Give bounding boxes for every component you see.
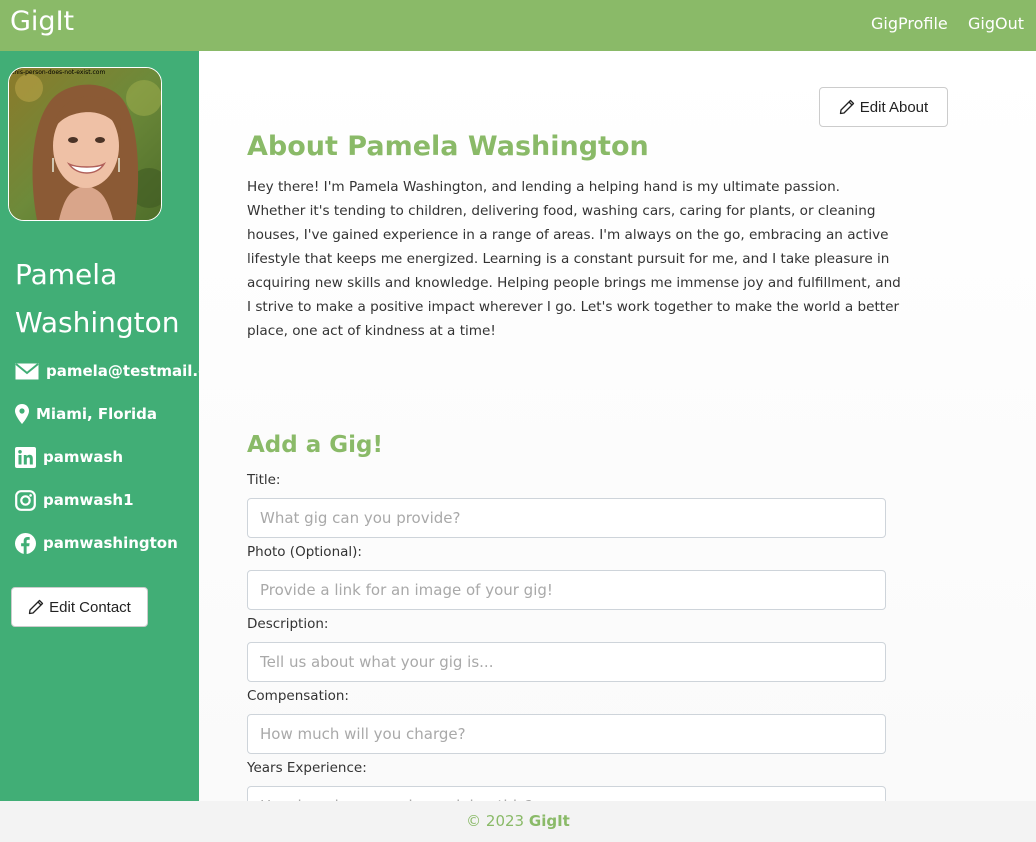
pencil-icon (28, 599, 44, 615)
contact-instagram-text[interactable]: pamwash1 (43, 491, 134, 509)
gig-description-input[interactable] (247, 642, 886, 682)
profile-sidebar: this-person-does-not-exist.com Pamela Wa… (0, 51, 199, 801)
contact-facebook-text[interactable]: pamwashington (43, 534, 178, 552)
facebook-icon (15, 532, 36, 554)
profile-photo-image (9, 68, 161, 220)
gig-photo-label: Photo (Optional): (247, 544, 362, 560)
gig-experience-input[interactable] (247, 786, 886, 801)
nav-link-gigout[interactable]: GigOut (968, 14, 1024, 33)
add-gig-title: Add a Gig! (247, 432, 383, 458)
contact-email-text[interactable]: pamela@testmail.com (46, 362, 199, 380)
contact-email: pamela@testmail.com (15, 359, 199, 383)
gig-title-label: Title: (247, 472, 281, 488)
edit-contact-label: Edit Contact (49, 598, 131, 616)
gig-experience-label: Years Experience: (247, 760, 367, 776)
contact-instagram: pamwash1 (15, 488, 134, 512)
envelope-icon (15, 362, 39, 379)
main-content: Edit About About Pamela Washington Hey t… (199, 51, 1036, 801)
edit-contact-button[interactable]: Edit Contact (11, 587, 148, 627)
brand-logo-link[interactable]: GigIt (10, 6, 74, 37)
page-footer: © 2023 GigIt (0, 801, 1036, 842)
pencil-icon (839, 99, 854, 115)
instagram-icon (15, 489, 36, 511)
footer-copyright: © 2023 (466, 812, 525, 830)
top-navbar: GigIt GigProfile GigOut (0, 0, 1036, 51)
footer-brand: GigIt (528, 812, 570, 830)
contact-location-text: Miami, Florida (36, 405, 157, 423)
contact-linkedin: pamwash (15, 445, 123, 469)
edit-about-label: Edit About (859, 98, 929, 116)
profile-name: Pamela Washington (15, 258, 180, 339)
gig-photo-input[interactable] (247, 570, 886, 610)
contact-linkedin-text[interactable]: pamwash (43, 448, 123, 466)
contact-facebook: pamwashington (15, 531, 178, 555)
gig-title-input[interactable] (247, 498, 886, 538)
linkedin-icon (15, 446, 36, 468)
contact-location: Miami, Florida (15, 402, 157, 426)
about-title: About Pamela Washington (247, 131, 649, 162)
edit-about-button[interactable]: Edit About (819, 87, 948, 127)
about-text: Hey there! I'm Pamela Washington, and le… (247, 179, 901, 339)
map-pin-icon (15, 404, 29, 424)
gig-description-label: Description: (247, 616, 329, 632)
photo-watermark: this-person-does-not-exist.com (12, 69, 106, 76)
gig-compensation-label: Compensation: (247, 688, 349, 704)
gig-compensation-input[interactable] (247, 714, 886, 754)
profile-photo: this-person-does-not-exist.com (8, 67, 162, 221)
nav-link-gigprofile[interactable]: GigProfile (871, 14, 948, 33)
